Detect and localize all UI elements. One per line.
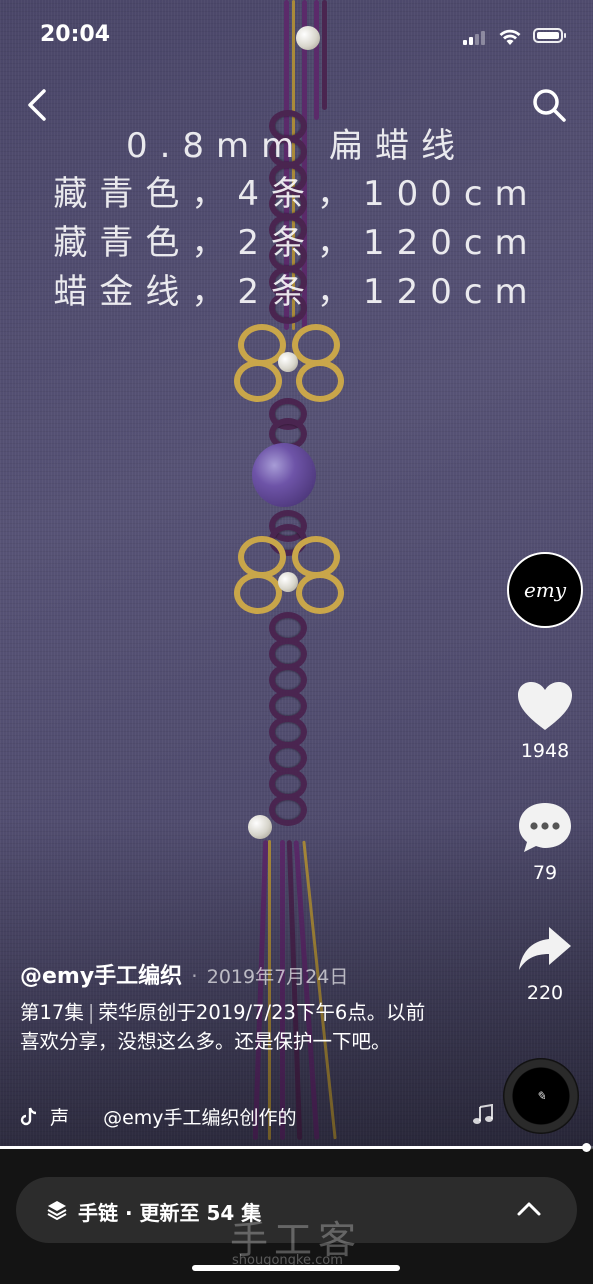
overlay-line: 藏青色，2条，120cm xyxy=(53,223,540,263)
comment-count: 79 xyxy=(532,862,558,884)
overlay-line: 蜡金线，2条，120cm xyxy=(53,272,540,312)
music-title: @emy手工编织创作的 xyxy=(103,1107,297,1129)
battery-icon xyxy=(533,28,566,43)
tassel-cord xyxy=(286,840,303,1140)
share-arrow-icon xyxy=(519,927,571,970)
status-bar: 20:04 xyxy=(0,0,593,72)
amethyst-bead xyxy=(252,443,316,507)
knot-chain xyxy=(263,398,313,450)
home-indicator xyxy=(192,1265,400,1271)
bottom-bar: 手链 · 更新至 54 集 手工客 shougongke.com xyxy=(0,1149,593,1284)
separator-dot: · xyxy=(191,964,198,988)
gold-flower-knot xyxy=(228,530,348,620)
music-prefix: 声 xyxy=(50,1107,70,1129)
overlay-line: 0.8mm 扁蜡线 xyxy=(125,126,468,166)
episode-label: 第17集 xyxy=(20,1001,84,1024)
gold-flower-knot xyxy=(228,318,348,408)
comment-button[interactable]: 79 xyxy=(505,800,585,884)
post-date: 2019年7月24日 xyxy=(206,966,349,988)
search-icon[interactable] xyxy=(530,86,568,124)
tassel-cord xyxy=(252,840,269,1140)
author-avatar[interactable]: emy xyxy=(507,552,583,628)
wifi-icon xyxy=(499,29,521,45)
comment-icon xyxy=(519,803,571,852)
tassel-cord xyxy=(268,840,271,1140)
cellular-signal-icon xyxy=(463,31,485,45)
share-button[interactable]: 220 xyxy=(505,924,585,1004)
chevron-up-icon[interactable] xyxy=(516,1199,542,1217)
tassel-cord xyxy=(302,840,337,1140)
author-row: @emy手工编织 · 2019年7月24日 xyxy=(20,958,348,990)
tassel-cord xyxy=(280,840,285,1140)
video-progress-bar[interactable] xyxy=(0,1143,593,1152)
music-disc[interactable]: ✎ xyxy=(503,1058,579,1134)
progress-knob[interactable] xyxy=(582,1143,592,1152)
pearl-bead xyxy=(248,815,272,839)
share-count: 220 xyxy=(526,982,564,1004)
episode-separator: | xyxy=(87,1001,95,1024)
music-note-icon xyxy=(473,1104,493,1124)
avatar-signature: emy xyxy=(523,578,567,602)
like-count: 1948 xyxy=(520,740,570,762)
status-time: 20:04 xyxy=(40,22,111,47)
back-arrow-icon[interactable] xyxy=(24,88,52,122)
layers-icon xyxy=(47,1201,67,1220)
tassel-cord xyxy=(293,840,320,1140)
post-description[interactable]: 第17集 | 荣华原创于2019/7/23下午6点。以前喜欢分享，没想这么多。还是保… xyxy=(20,998,435,1056)
author-name[interactable]: @emy手工编织 xyxy=(20,964,182,989)
disc-signature-icon: ✎ xyxy=(535,1089,547,1103)
like-button[interactable]: 1948 xyxy=(505,680,585,762)
music-row[interactable]: 声 @emy手工编织创作的 xyxy=(20,1103,297,1130)
tiktok-note-icon xyxy=(20,1107,37,1125)
progress-fill xyxy=(0,1146,588,1149)
knot-chain-lower xyxy=(263,612,313,832)
overlay-line: 藏青色，4条，100cm xyxy=(53,174,540,214)
heart-icon xyxy=(518,682,572,730)
